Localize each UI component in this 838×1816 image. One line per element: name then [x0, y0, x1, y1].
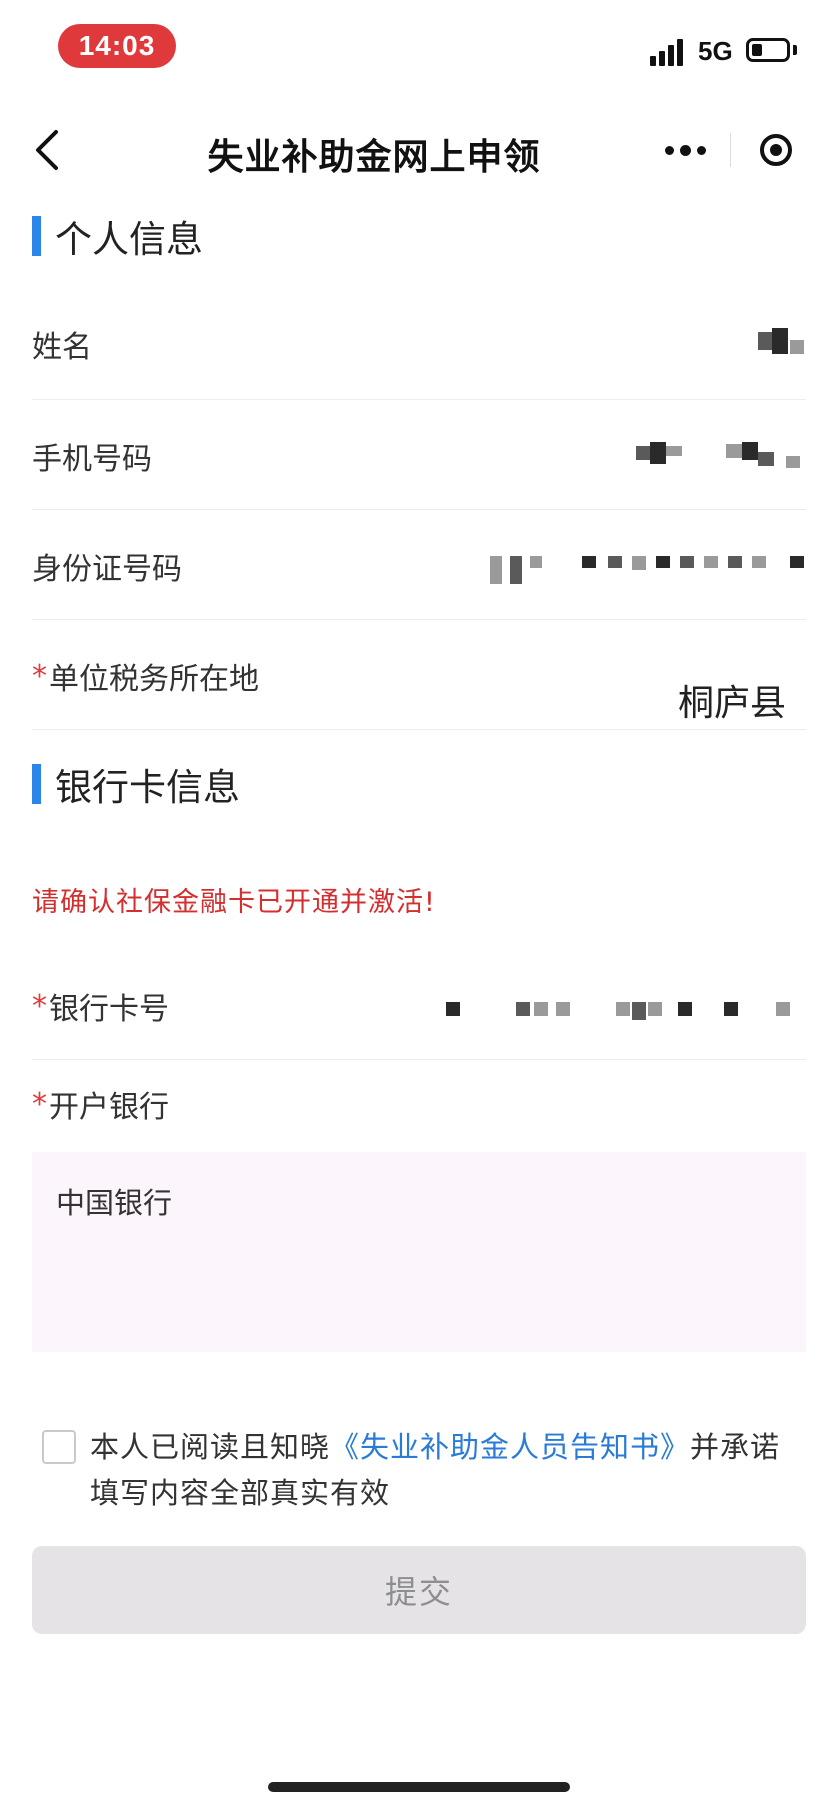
required-mark: *: [32, 658, 47, 694]
agreement-prefix: 本人已阅读且知晓: [90, 1430, 331, 1464]
section-title: 个人信息: [55, 218, 203, 261]
required-mark: *: [32, 988, 47, 1024]
activation-warning: 请确认社保金融卡已开通并激活!: [32, 887, 436, 918]
tax-office-value[interactable]: 桐庐县: [678, 674, 786, 726]
home-indicator: [268, 1782, 570, 1792]
bank-name-field[interactable]: 中国银行: [32, 1152, 806, 1352]
section-bank-info: 银行卡信息: [32, 762, 240, 809]
agreement-text: 本人已阅读且知晓《失业补助金人员告知书》并承诺填写内容全部真实有效: [90, 1424, 810, 1516]
more-icon[interactable]: [640, 118, 730, 182]
tax-office-label: * 单位税务所在地: [32, 654, 259, 698]
phone-value-masked: [636, 438, 806, 478]
name-row: 姓名: [32, 290, 806, 400]
bank-name-row: * 开户银行: [32, 1060, 806, 1152]
section-accent-bar: [32, 216, 41, 256]
signal-icon: [650, 38, 688, 66]
notice-link[interactable]: 《失业补助金人员告知书》: [330, 1430, 690, 1464]
section-personal-info: 个人信息: [32, 214, 203, 261]
id-number-value-masked: [490, 556, 806, 596]
back-icon[interactable]: [28, 124, 68, 176]
tax-office-label-text: 单位税务所在地: [49, 662, 259, 697]
required-mark: *: [32, 1086, 47, 1122]
phone-label: 手机号码: [32, 442, 152, 477]
name-label: 姓名: [32, 330, 92, 365]
network-type: 5G: [698, 36, 733, 66]
submit-button[interactable]: 提交: [32, 1546, 806, 1634]
phone-row: 手机号码: [32, 400, 806, 510]
tax-office-row[interactable]: * 单位税务所在地 桐庐县: [32, 620, 806, 730]
name-value-masked: [746, 328, 806, 368]
close-mini-program-icon[interactable]: [731, 118, 820, 182]
section-accent-bar: [32, 764, 41, 804]
card-number-row[interactable]: * 银行卡号: [32, 950, 806, 1060]
id-number-label: 身份证号码: [32, 552, 182, 587]
battery-icon: [746, 38, 790, 62]
card-number-value-masked[interactable]: [446, 1002, 806, 1042]
battery-tip: [793, 45, 797, 55]
nav-bar: 失业补助金网上申领: [0, 110, 838, 190]
battery-level: [752, 44, 762, 56]
section-title: 银行卡信息: [55, 766, 240, 809]
card-number-label: * 银行卡号: [32, 984, 169, 1028]
agreement-checkbox[interactable]: [42, 1430, 76, 1464]
bank-name-label: * 开户银行: [32, 1082, 169, 1126]
bank-name-value: 中国银行: [56, 1186, 173, 1220]
bank-name-label-text: 开户银行: [49, 1090, 169, 1125]
mini-program-capsule: [640, 118, 820, 182]
status-time: 14:03: [58, 24, 176, 68]
id-number-row: 身份证号码: [32, 510, 806, 620]
card-number-label-text: 银行卡号: [49, 992, 169, 1027]
status-bar: 14:03 5G: [0, 0, 838, 100]
